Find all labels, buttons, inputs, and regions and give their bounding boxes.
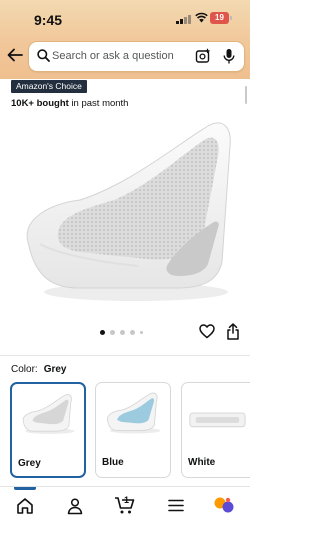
battery-icon — [230, 16, 232, 20]
camera-search-icon[interactable] — [195, 48, 211, 64]
search-icon — [37, 49, 50, 62]
scroll-indicator — [245, 86, 247, 104]
menu-icon[interactable] — [168, 499, 184, 512]
carousel-dot[interactable] — [140, 331, 143, 334]
battery-level: 19 — [210, 12, 229, 24]
cart-count: 1 — [124, 495, 130, 505]
section-divider — [0, 355, 250, 356]
status-time: 9:45 — [34, 12, 63, 28]
status-bar: 9:45 19 — [0, 0, 250, 36]
carousel-dot[interactable] — [110, 330, 115, 335]
color-selection-label: Color: Grey — [11, 364, 66, 375]
active-tab-indicator — [14, 487, 36, 490]
back-arrow-icon[interactable] — [6, 46, 24, 64]
white-variant-image — [189, 412, 246, 428]
bought-suffix: in past month — [68, 98, 129, 109]
search-bar[interactable]: Search or ask a question — [29, 42, 244, 71]
color-option-white[interactable]: White — [181, 382, 250, 478]
color-label: Color: — [11, 364, 38, 375]
cellular-signal-icon — [176, 15, 191, 24]
carousel-dot[interactable] — [100, 330, 105, 335]
home-icon[interactable] — [16, 497, 34, 515]
carousel-dot[interactable] — [130, 330, 135, 335]
bottom-navigation: 1 — [0, 486, 250, 541]
purchase-count: 10K+ bought in past month — [11, 98, 128, 109]
amazons-choice-badge: Amazon's Choice — [11, 80, 87, 93]
color-option-grey[interactable]: Grey — [10, 382, 86, 478]
account-icon[interactable] — [66, 497, 84, 515]
microphone-icon[interactable] — [223, 48, 235, 65]
selected-color: Grey — [43, 364, 67, 375]
search-input[interactable]: Search or ask a question — [52, 50, 174, 62]
color-option-blue[interactable]: Blue — [95, 382, 171, 478]
product-image[interactable] — [18, 112, 238, 312]
carousel-dot[interactable] — [120, 330, 125, 335]
heart-icon[interactable] — [199, 324, 215, 339]
bought-count: 10K+ bought — [11, 98, 69, 109]
header: 9:45 19 Search or ask a question — [0, 0, 250, 79]
cart-button[interactable]: 1 — [114, 495, 136, 515]
rufus-icon[interactable] — [213, 495, 235, 515]
color-option-label: Blue — [102, 457, 124, 468]
color-option-label: White — [188, 457, 216, 468]
share-icon[interactable] — [226, 323, 240, 340]
grey-variant-image — [22, 394, 75, 434]
blue-variant-image — [107, 392, 161, 434]
wifi-icon — [195, 12, 208, 23]
color-option-label: Grey — [18, 458, 41, 469]
